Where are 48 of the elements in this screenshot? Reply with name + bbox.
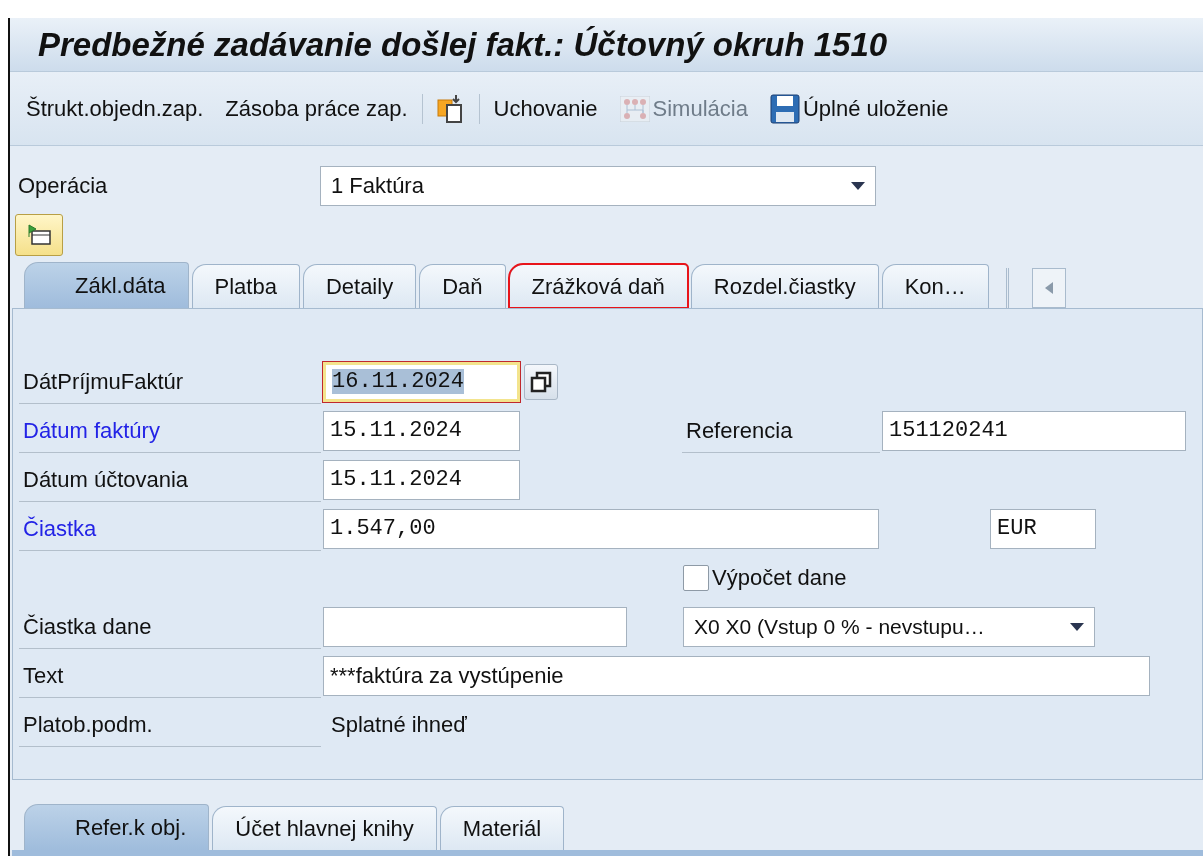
panel-icon: [27, 224, 51, 246]
save-icon: [769, 93, 800, 124]
currency-field[interactable]: EUR: [990, 508, 1096, 549]
date-field[interactable]: 15.11.2024: [323, 410, 520, 451]
tab[interactable]: Zrážková daň: [508, 264, 688, 308]
tab[interactable]: Daň: [419, 264, 506, 308]
field-label: Dátum účtovania: [19, 457, 321, 502]
date-field[interactable]: 15.11.2024: [323, 459, 520, 500]
field-label: Dátum faktúry: [19, 408, 321, 453]
caret-icon: [1070, 622, 1084, 631]
field-label: Referencia: [682, 408, 880, 453]
amount-field[interactable]: 1.547,00: [323, 508, 879, 549]
toolbar-button[interactable]: Uchovanie: [493, 95, 598, 122]
operation-dropdown[interactable]: 1 Faktúra: [320, 166, 876, 206]
window-title: Predbežné zadávanie došlej fakt.: Účtovný okruh 1510: [10, 18, 1203, 73]
checkbox-label: Výpočet dane: [712, 564, 847, 591]
tab[interactable]: Účet hlavnej knihy: [212, 806, 437, 850]
network-icon: [619, 95, 650, 122]
toolbar-icon-button[interactable]: [436, 93, 465, 124]
field-label: Platob.podm.: [19, 702, 321, 747]
save-button[interactable]: Úplné uloženie: [769, 93, 949, 124]
tax-code-dropdown[interactable]: X0 X0 (Vstup 0 % - nevstupu…: [683, 606, 1095, 647]
field-label: Text: [19, 653, 321, 698]
tab[interactable]: Detaily: [302, 264, 417, 308]
payment-terms-value: Splatné ihneď: [331, 711, 467, 738]
text-field[interactable]: ***faktúra za vystúpenie: [323, 655, 1150, 696]
date-field[interactable]: 16.11.2024: [323, 361, 520, 402]
toggle-button[interactable]: [15, 214, 63, 256]
field-label: DátPríjmuFaktúr: [19, 359, 321, 404]
tab[interactable]: Refer.k obj.: [24, 804, 210, 850]
tab[interactable]: Rozdel.čiastky: [690, 264, 879, 308]
toolbar-button[interactable]: Štrukt.objedn.zap.: [26, 95, 204, 122]
document-icon: [436, 93, 465, 124]
scroll-left-button[interactable]: [1031, 268, 1066, 308]
toolbar-button[interactable]: Zásoba práce zap.: [225, 95, 408, 122]
field-label: Čiastka: [19, 506, 321, 551]
copy-button[interactable]: [524, 363, 558, 400]
field-label: Operácia: [18, 173, 109, 199]
checkbox[interactable]: [683, 564, 709, 591]
reference-field[interactable]: 151120241: [882, 410, 1186, 451]
field-label: Čiastka dane: [19, 604, 321, 649]
tax-amount-field[interactable]: [323, 606, 627, 647]
caret-icon: [851, 182, 865, 190]
tab[interactable]: Kon…: [881, 264, 989, 308]
tab[interactable]: Materiál: [439, 806, 565, 850]
tab[interactable]: Platba: [191, 264, 300, 308]
triangle-left-icon: [1044, 282, 1053, 294]
tab[interactable]: Zákl.dáta: [24, 262, 189, 308]
